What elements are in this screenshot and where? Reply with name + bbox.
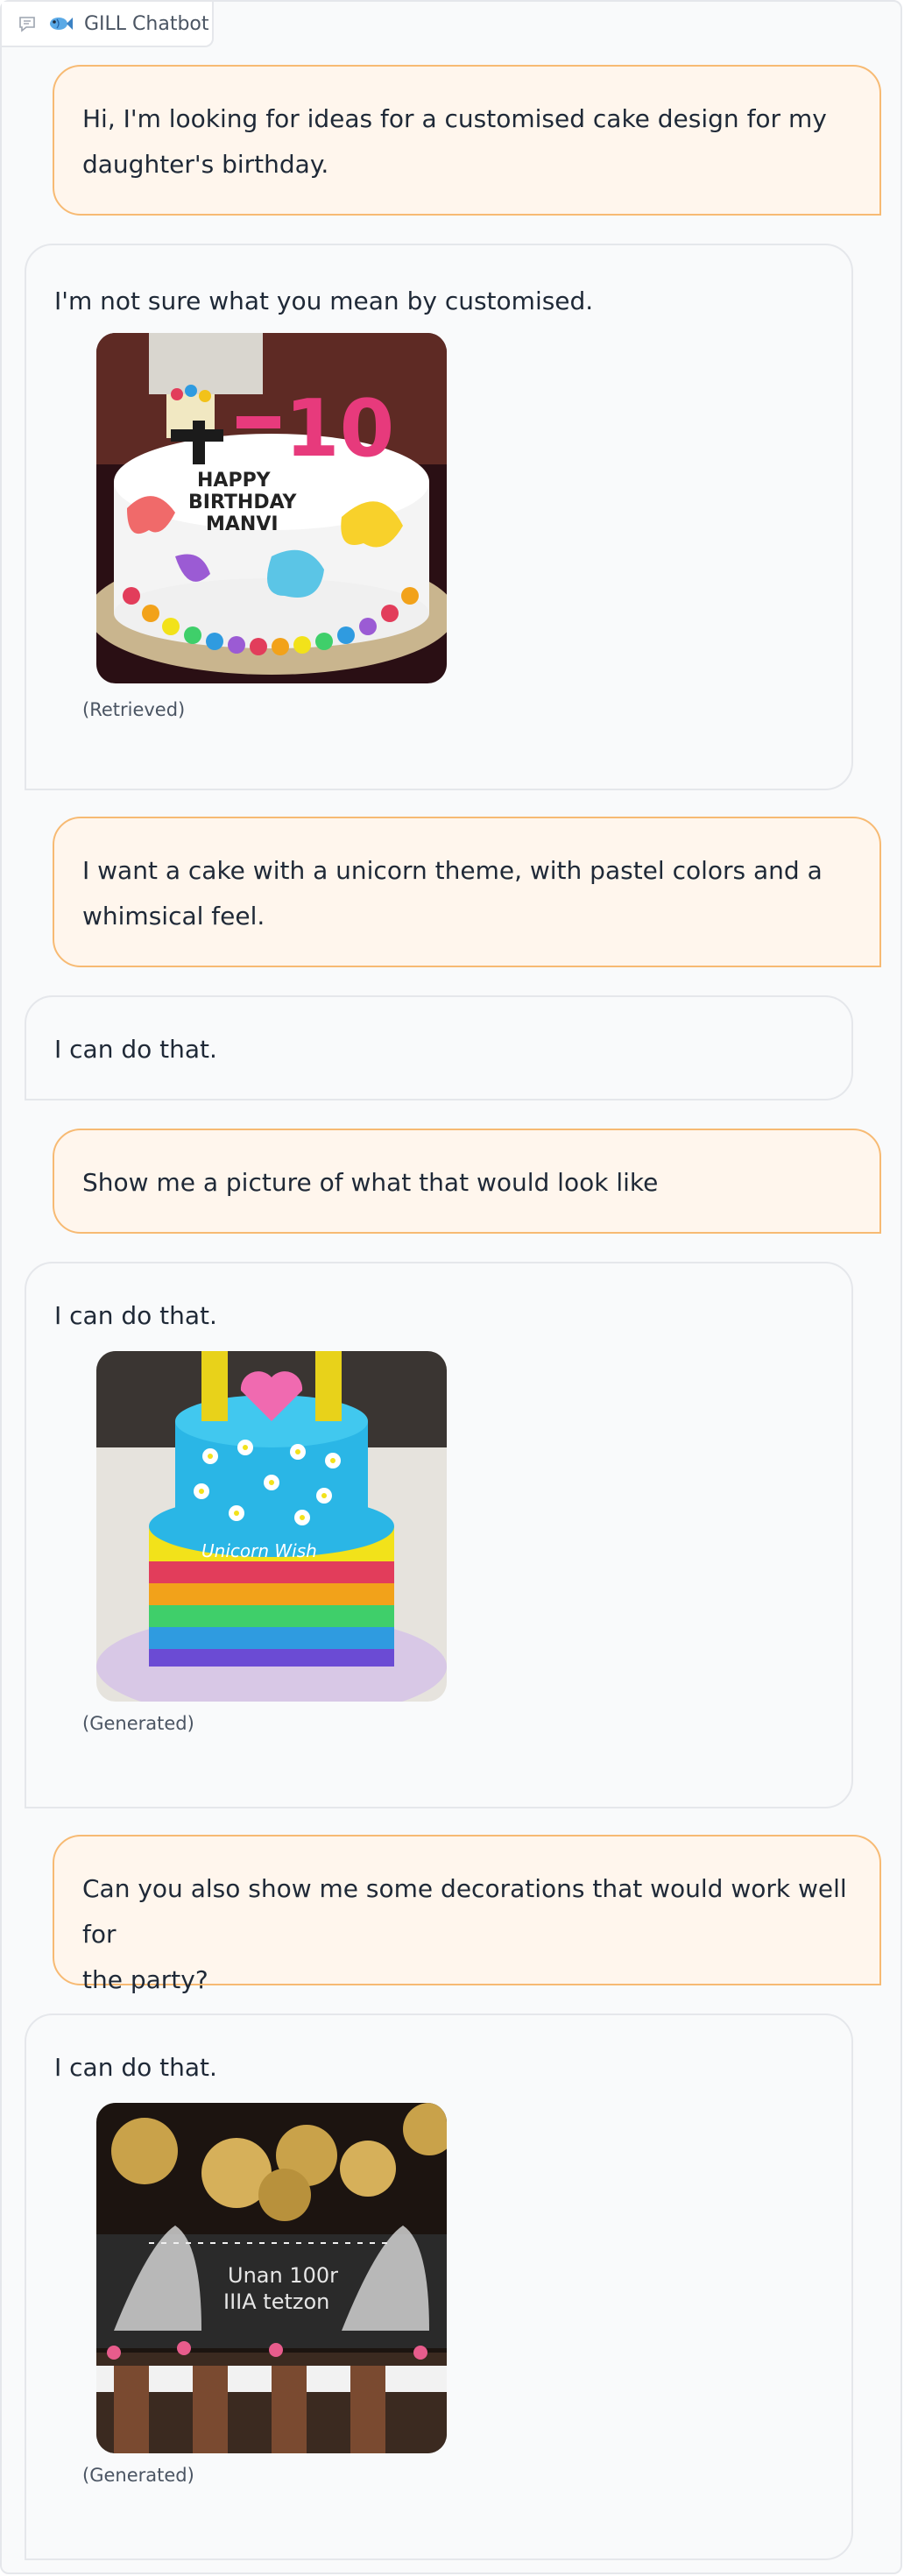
message-text: I can do that. [54, 2053, 217, 2082]
message-text: I'm not sure what you mean by customised… [54, 287, 594, 315]
message-text-line: the party? [82, 1965, 208, 1994]
message-text-line: daughter's birthday. [82, 150, 329, 179]
chatbot-label: GILL Chatbot [2, 2, 214, 47]
user-message: Show me a picture of what that would loo… [53, 1129, 881, 1234]
chatbot-title: GILL Chatbot [84, 12, 209, 35]
bot-message: I can do that. Unicorn Wish (Generated) [25, 1262, 853, 1808]
svg-text:MANVI: MANVI [206, 513, 279, 535]
party-decorations-image: Unan 100r IIIA tetzon [96, 2103, 447, 2453]
user-message: Hi, I'm looking for ideas for a customis… [53, 65, 881, 216]
image-caption: (Generated) [82, 1713, 194, 1734]
fish-icon [50, 18, 73, 30]
image-caption: (Retrieved) [82, 699, 186, 720]
chat-bubble-icon [19, 17, 35, 32]
message-text-line: Hi, I'm looking for ideas for a customis… [82, 104, 827, 133]
chatbot-panel: GILL Chatbot Hi, I'm looking for ideas f… [0, 0, 902, 2574]
cake-with-happy-birthday-image: 10 HAPPY BIRTHDAY MANVI [96, 333, 447, 683]
svg-text:HAPPY: HAPPY [197, 470, 272, 492]
svg-text:Unicorn Wish: Unicorn Wish [201, 1540, 317, 1561]
message-text-line: Can you also show me some decorations th… [82, 1874, 847, 1949]
svg-text:10: 10 [285, 383, 394, 475]
user-message: I want a cake with a unicorn theme, with… [53, 817, 881, 967]
svg-text:BIRTHDAY: BIRTHDAY [188, 492, 298, 513]
bot-message: I can do that. Unan 100r IIIA tetzon (Ge… [25, 2013, 853, 2560]
user-message: Can you also show me some decorations th… [53, 1835, 881, 1994]
rainbow-layer-cake-image: Unicorn Wish [96, 1351, 447, 1702]
svg-text:IIIA tetzon: IIIA tetzon [223, 2289, 329, 2314]
bot-message: I can do that. [25, 995, 853, 1100]
svg-text:Unan 100r: Unan 100r [228, 2263, 338, 2288]
message-text-line: I want a cake with a unicorn theme, with… [82, 856, 823, 885]
message-text-line: Show me a picture of what that would loo… [82, 1168, 659, 1197]
message-text: I can do that. [54, 1035, 217, 1064]
bot-message: I'm not sure what you mean by customised… [25, 244, 853, 790]
message-text: I can do that. [54, 1301, 217, 1330]
image-caption: (Generated) [82, 2465, 194, 2486]
message-text-line: whimsical feel. [82, 902, 265, 931]
